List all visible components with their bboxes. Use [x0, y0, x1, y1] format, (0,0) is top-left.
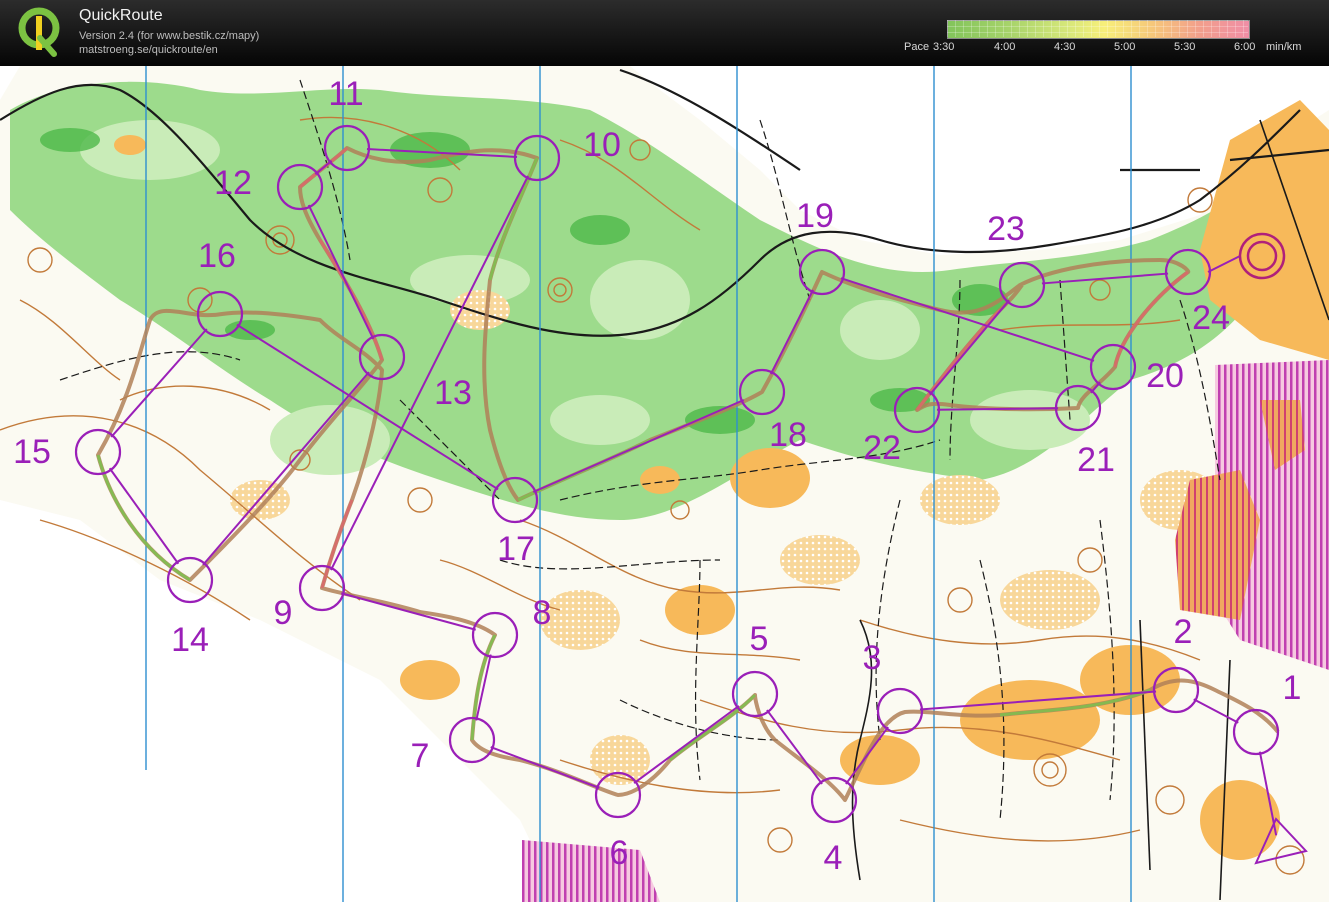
pace-tick: 3:30 — [933, 41, 955, 53]
pace-tick: 6:00 — [1234, 41, 1256, 53]
control-number: 15 — [13, 433, 51, 471]
control-number: 9 — [274, 594, 293, 632]
control-number: 10 — [583, 126, 621, 164]
control-number: 18 — [769, 416, 807, 454]
control-number: 19 — [796, 197, 834, 235]
control-number: 17 — [497, 530, 535, 568]
control-number: 13 — [434, 374, 472, 412]
pace-unit: min/km — [1266, 41, 1302, 53]
control-number: 12 — [214, 164, 252, 202]
control-number: 21 — [1077, 441, 1115, 479]
control-number: 4 — [824, 839, 843, 877]
control-number: 5 — [750, 620, 769, 658]
pace-label: Pace — [904, 41, 930, 53]
control-number: 11 — [328, 75, 363, 113]
control-number: 7 — [411, 737, 430, 775]
pace-scale-grid — [947, 20, 1248, 37]
control-number: 3 — [863, 639, 882, 677]
quickroute-window: QuickRoute Version 2.4 (for www.bestik.c… — [0, 0, 1329, 902]
app-version: Version 2.4 (for www.bestik.cz/mapy) — [79, 30, 260, 42]
pace-tick: 5:30 — [1174, 41, 1196, 53]
app-header: QuickRoute Version 2.4 (for www.bestik.c… — [0, 0, 1329, 66]
quickroute-logo-icon — [18, 7, 60, 57]
control-number: 22 — [863, 429, 901, 467]
control-number: 6 — [610, 834, 629, 872]
control-number: 1 — [1283, 669, 1302, 707]
pace-tick: 4:30 — [1054, 41, 1076, 53]
control-number: 16 — [198, 237, 236, 275]
orienteering-map[interactable]: 123456789101112131415161718192021222324 — [0, 66, 1329, 902]
control-number: 14 — [171, 621, 209, 659]
control-number: 20 — [1146, 357, 1184, 395]
control-number: 8 — [533, 594, 552, 632]
control-number: 24 — [1192, 299, 1230, 337]
pace-tick: 4:00 — [994, 41, 1016, 53]
control-number: 23 — [987, 210, 1025, 248]
app-url: matstroeng.se/quickroute/en — [79, 44, 218, 56]
app-title: QuickRoute — [79, 7, 163, 24]
control-number: 2 — [1174, 613, 1193, 651]
pace-tick: 5:00 — [1114, 41, 1136, 53]
